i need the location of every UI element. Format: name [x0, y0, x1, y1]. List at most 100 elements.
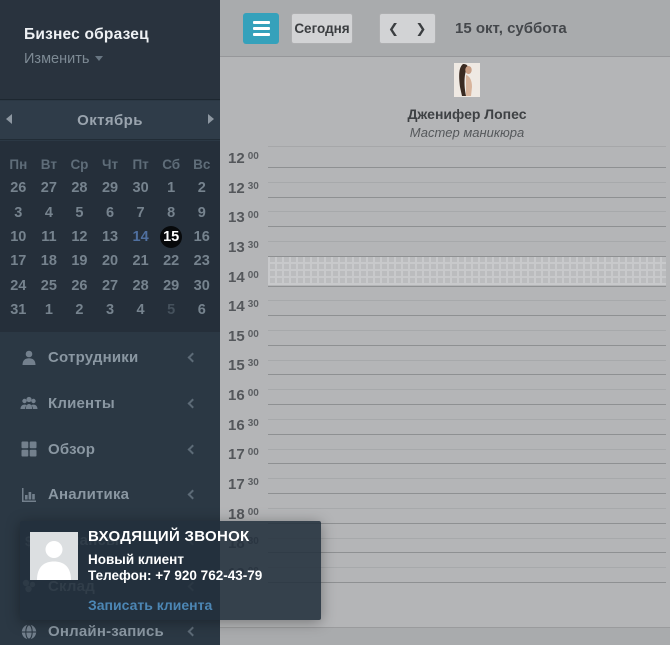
calendar-day[interactable]: 18: [34, 250, 65, 272]
time-label: 1730: [228, 477, 268, 493]
calendar-day[interactable]: 28: [64, 177, 95, 199]
app-window: Бизнес образец Изменить Октябрь ПнВтСрЧт…: [0, 0, 670, 645]
grid-line-30min: [268, 404, 666, 405]
staff-header[interactable]: Дженифер Лопес Мастер маникюра: [268, 58, 666, 147]
calendar-day[interactable]: 29: [156, 275, 187, 297]
calendar-day[interactable]: 26: [3, 177, 34, 199]
chevron-left-icon: [188, 490, 198, 500]
calendar-day[interactable]: 28: [125, 275, 156, 297]
calendar-day[interactable]: 10: [3, 226, 34, 248]
calendar-day[interactable]: 20: [95, 250, 126, 272]
next-day-button[interactable]: ❯: [407, 13, 436, 44]
calendar-day[interactable]: 3: [95, 299, 126, 321]
chevron-right-icon: ❯: [416, 21, 427, 37]
today-button[interactable]: Сегодня: [291, 13, 353, 44]
calendar-next-month-icon[interactable]: [208, 114, 214, 124]
hamburger-icon: [253, 21, 270, 24]
business-name: Бизнес образец: [24, 26, 220, 44]
sidebar-item-клиенты[interactable]: Клиенты: [0, 381, 220, 427]
chevron-left-icon: [188, 399, 198, 409]
calendar-day[interactable]: 17: [3, 250, 34, 272]
grid-line-30min: [268, 493, 666, 494]
grid-line-15min: [268, 300, 666, 301]
grid-line-30min: [268, 286, 666, 287]
menu-toggle-button[interactable]: [243, 13, 279, 44]
staff-name: Дженифер Лопес: [268, 106, 666, 122]
calendar-day[interactable]: 4: [125, 299, 156, 321]
staff-avatar: [454, 63, 480, 97]
current-date-label: 15 окт, суббота: [455, 0, 567, 57]
calendar-day[interactable]: 1: [34, 299, 65, 321]
calendar-day[interactable]: 8: [156, 202, 187, 224]
calendar-week-row: 10111213141516: [0, 225, 220, 249]
calendar-day[interactable]: 27: [95, 275, 126, 297]
calendar-day[interactable]: 30: [125, 177, 156, 199]
calendar-day[interactable]: 3: [3, 202, 34, 224]
calendar-date-grid: 2627282930123456789101112131415161718192…: [0, 176, 220, 322]
calendar-day[interactable]: 6: [186, 299, 217, 321]
sidebar-item-сотрудники[interactable]: Сотрудники: [0, 335, 220, 381]
grid-icon: [20, 440, 38, 458]
calendar-day[interactable]: 24: [3, 275, 34, 297]
business-edit-link[interactable]: Изменить: [24, 51, 220, 67]
calendar-week-row: 24252627282930: [0, 274, 220, 298]
sidebar-item-аналитика[interactable]: Аналитика: [0, 472, 220, 518]
incoming-call-popup: ВХОДЯЩИЙ ЗВОНОК Новый клиент Телефон: +7…: [20, 521, 321, 620]
sidebar-item-label: Аналитика: [48, 486, 129, 503]
calendar-day[interactable]: 5: [64, 202, 95, 224]
calendar-day-today[interactable]: 14: [125, 226, 156, 248]
grid-line-15min: [268, 182, 666, 183]
calendar-day[interactable]: 11: [34, 226, 65, 248]
calendar-day[interactable]: 25: [34, 275, 65, 297]
time-label: 1600: [228, 388, 268, 404]
prev-day-button[interactable]: ❮: [379, 13, 408, 44]
grid-line-15min: [268, 211, 666, 212]
calendar-day[interactable]: 7: [125, 202, 156, 224]
calendar-day[interactable]: 22: [156, 250, 187, 272]
popup-book-client-link[interactable]: Записать клиента: [88, 597, 212, 613]
calendar-weekday-label: Ср: [64, 157, 95, 172]
toolbar: Сегодня ❮ ❯ 15 окт, суббота: [220, 0, 670, 57]
grid-line-30min: [268, 197, 666, 198]
calendar-day[interactable]: 4: [34, 202, 65, 224]
chevron-left-icon: [188, 444, 198, 454]
time-label: 1200: [228, 151, 268, 167]
calendar-day[interactable]: 19: [64, 250, 95, 272]
sidebar-item-обзор[interactable]: Обзор: [0, 426, 220, 472]
calendar-day-dim[interactable]: 5: [156, 299, 187, 321]
calendar-day[interactable]: 31: [3, 299, 34, 321]
calendar-weekday-label: Сб: [156, 157, 187, 172]
calendar-day[interactable]: 27: [34, 177, 65, 199]
calendar-day[interactable]: 6: [95, 202, 126, 224]
calendar-day[interactable]: 1: [156, 177, 187, 199]
time-label: 1500: [228, 329, 268, 345]
chevron-left-icon: ❮: [388, 21, 399, 37]
calendar-weekday-label: Чт: [95, 157, 126, 172]
calendar-day-selected[interactable]: 15: [156, 226, 187, 248]
calendar-day[interactable]: 21: [125, 250, 156, 272]
chart-icon: [20, 486, 38, 504]
calendar-day[interactable]: 30: [186, 275, 217, 297]
popup-phone-label: Телефон: +7 920 762-43-79: [88, 568, 262, 583]
calendar-day[interactable]: 9: [186, 202, 217, 224]
grid-line-30min: [268, 552, 666, 553]
grid-line-30min: [268, 582, 666, 583]
mini-calendar: ПнВтСрЧтПтСбВс 2627282930123456789101112…: [0, 141, 220, 332]
caret-down-icon: [95, 56, 103, 61]
staff-role: Мастер маникюра: [268, 125, 666, 140]
time-label: 1400: [228, 270, 268, 286]
calendar-day[interactable]: 29: [95, 177, 126, 199]
grid-line-30min: [268, 434, 666, 435]
calendar-day[interactable]: 26: [64, 275, 95, 297]
calendar-day[interactable]: 2: [64, 299, 95, 321]
calendar-day[interactable]: 16: [186, 226, 217, 248]
calendar-weekday-label: Пт: [125, 157, 156, 172]
calendar-prev-month-icon[interactable]: [6, 114, 12, 124]
calendar-day[interactable]: 23: [186, 250, 217, 272]
calendar-day[interactable]: 2: [186, 177, 217, 199]
popup-title: ВХОДЯЩИЙ ЗВОНОК: [88, 528, 250, 545]
calendar-day[interactable]: 12: [64, 226, 95, 248]
grid-line-15min: [268, 330, 666, 331]
calendar-day[interactable]: 13: [95, 226, 126, 248]
calendar-weekday-label: Вс: [186, 157, 217, 172]
